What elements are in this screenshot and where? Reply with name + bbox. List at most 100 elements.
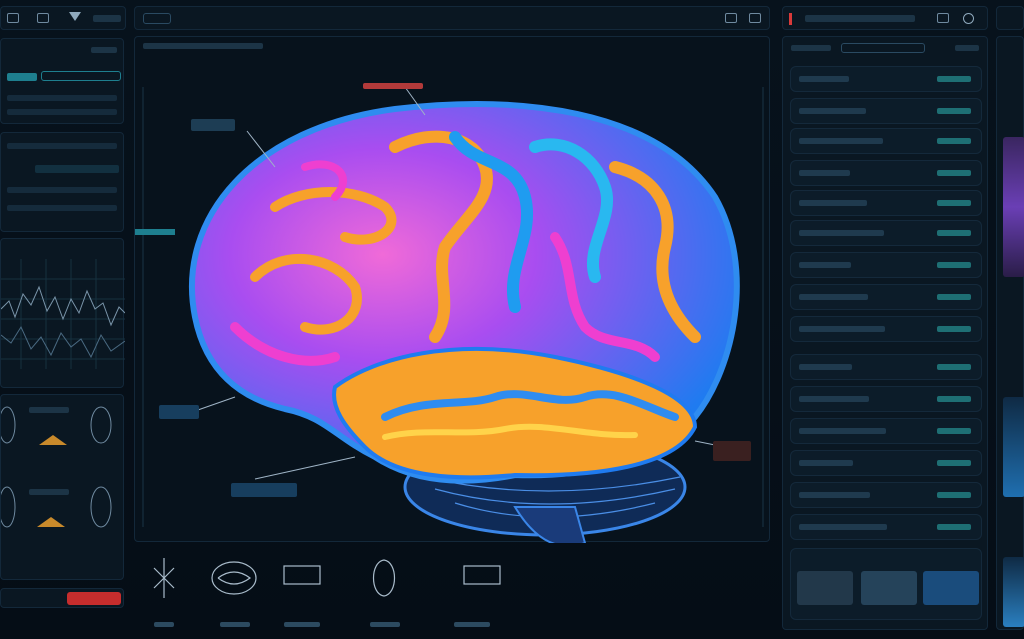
data-row[interactable]: [790, 354, 982, 380]
brain-slice-icon: [0, 406, 16, 444]
tab-1[interactable]: [791, 45, 831, 51]
label-top: [363, 83, 423, 89]
data-row[interactable]: [790, 482, 982, 508]
row-label: [799, 524, 887, 530]
marker-shape: [37, 517, 65, 527]
stat-line: [35, 165, 119, 173]
left-toolbar: [0, 6, 126, 30]
thumbnail-icons: [153, 558, 501, 627]
toolbar-label: [93, 15, 121, 22]
layers-icon[interactable]: [37, 13, 49, 23]
data-row[interactable]: [790, 386, 982, 412]
thumbnail-strip: [134, 548, 770, 632]
data-row[interactable]: [790, 128, 982, 154]
skeleton-icon: [153, 558, 175, 598]
row-label: [799, 364, 852, 370]
row-value: [937, 364, 971, 370]
stat-field: [41, 71, 121, 81]
scan-marker: [135, 229, 175, 235]
tab-2[interactable]: [841, 43, 925, 53]
viewer-toolbar: [134, 6, 770, 30]
media-thumbnail[interactable]: [797, 571, 853, 605]
far-right-strip: [996, 36, 1024, 630]
row-value: [937, 524, 971, 530]
app-window: [0, 0, 1024, 639]
settings-icon[interactable]: [749, 13, 761, 23]
left-footer: [0, 588, 124, 608]
preview-thumbnail[interactable]: [1003, 557, 1024, 627]
row-value: [937, 230, 971, 236]
data-row[interactable]: [790, 252, 982, 278]
stat-line: [7, 187, 117, 193]
label-right: [713, 441, 751, 461]
stat-line: [7, 95, 117, 101]
row-value: [937, 138, 971, 144]
row-value: [937, 262, 971, 268]
label-bottom: [231, 483, 297, 497]
alert-button[interactable]: [67, 592, 121, 605]
stat-line: [7, 143, 117, 149]
data-row[interactable]: [790, 514, 982, 540]
user-icon[interactable]: [963, 13, 974, 24]
row-value: [937, 294, 971, 300]
row-label: [799, 230, 884, 236]
label-left-lower: [159, 405, 199, 419]
data-row[interactable]: [790, 160, 982, 186]
data-row[interactable]: [790, 220, 982, 246]
data-row[interactable]: [790, 316, 982, 342]
row-label: [799, 170, 850, 176]
row-label: [799, 396, 869, 402]
data-row[interactable]: [790, 98, 982, 124]
row-value: [937, 200, 971, 206]
left-info-card-1: [0, 38, 124, 124]
stat-line: [7, 205, 117, 211]
row-value: [937, 326, 971, 332]
row-label: [799, 138, 883, 144]
camera-icon[interactable]: [725, 13, 737, 23]
row-label: [799, 460, 853, 466]
data-row[interactable]: [790, 450, 982, 476]
brain-slice-icon: [90, 486, 112, 528]
row-label: [799, 76, 849, 82]
data-row[interactable]: [790, 418, 982, 444]
row-value: [937, 396, 971, 402]
stat-bar: [7, 73, 37, 81]
media-thumbnail[interactable]: [923, 571, 979, 605]
scan-icon: [283, 565, 321, 585]
right-title: [805, 15, 915, 22]
data-row[interactable]: [790, 190, 982, 216]
preview-thumbnail[interactable]: [1003, 397, 1024, 497]
marker-shape: [39, 435, 67, 445]
left-info-card-2: [0, 132, 124, 232]
brain-viewer[interactable]: [134, 36, 770, 548]
row-label: [799, 200, 867, 206]
label-left-upper: [191, 119, 235, 131]
head-icon: [372, 559, 396, 597]
tab-3[interactable]: [955, 45, 979, 51]
row-label: [799, 262, 851, 268]
right-toolbar: [782, 6, 988, 30]
chart-icon: [463, 565, 501, 585]
row-value: [937, 76, 971, 82]
data-row[interactable]: [790, 284, 982, 310]
left-graph-card: [0, 238, 126, 388]
row-label: [799, 326, 885, 332]
filter-icon[interactable]: [69, 12, 81, 21]
grid-icon[interactable]: [7, 13, 19, 23]
row-value: [937, 460, 971, 466]
far-right-toolbar: [996, 6, 1024, 30]
stat-line: [7, 109, 117, 115]
data-row[interactable]: [790, 66, 982, 92]
media-thumbnail[interactable]: [861, 571, 917, 605]
preview-thumbnail[interactable]: [1003, 137, 1024, 277]
row-value: [937, 428, 971, 434]
row-label: [799, 108, 866, 114]
search-input[interactable]: [143, 13, 171, 24]
media-tray: [790, 548, 982, 620]
alert-marker: [789, 13, 792, 25]
brain-slice-icon: [0, 486, 16, 528]
row-value: [937, 492, 971, 498]
anatomy-thumbnails: [0, 406, 112, 528]
pin-icon[interactable]: [937, 13, 949, 23]
left-anatomy-card: [0, 394, 124, 580]
